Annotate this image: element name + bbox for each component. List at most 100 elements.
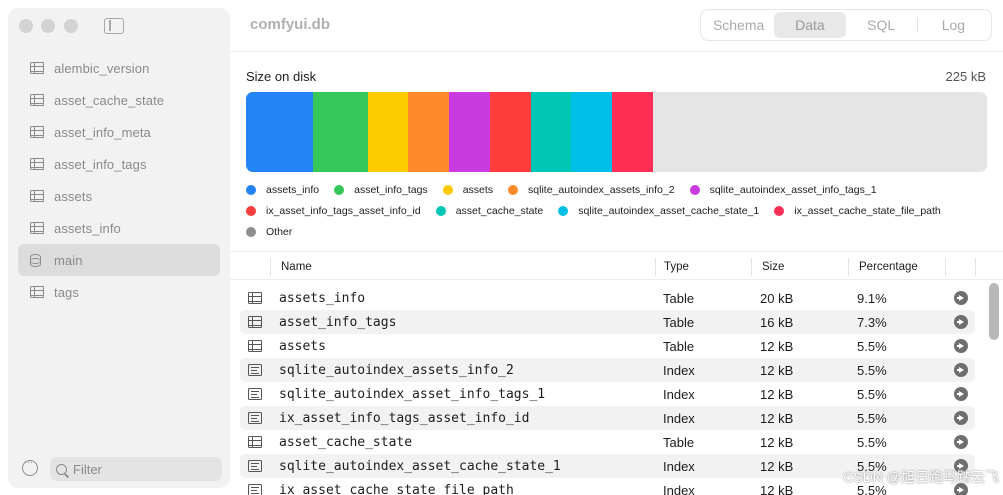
disk-segment-asset-info-tags[interactable] — [313, 92, 369, 172]
table-icon-glyph — [248, 436, 262, 448]
column-separator — [945, 258, 946, 276]
legend-label: assets_info — [266, 183, 320, 196]
sidebar-toggle-icon[interactable] — [104, 18, 124, 34]
go-to-arrow-icon[interactable] — [954, 363, 968, 377]
minimize-window-button[interactable] — [41, 19, 55, 33]
cell-size: 12 kB — [760, 386, 794, 402]
disk-segment-sqlite-autoindex-assets-info-2[interactable] — [408, 92, 450, 172]
disk-segment-ix-asset-cache-state-file-path[interactable] — [612, 92, 654, 172]
cell-type: Index — [663, 482, 695, 495]
sidebar-item-alembic-version[interactable]: alembic_version — [18, 52, 220, 84]
table-icon — [30, 286, 44, 298]
legend-swatch — [689, 184, 700, 195]
tab-schema[interactable]: Schema — [703, 12, 774, 38]
disk-size-total: 225 kB — [945, 69, 986, 84]
disk-segment-sqlite-autoindex-asset-cache-state-1[interactable] — [571, 92, 613, 172]
sidebar-item-tags[interactable]: tags — [18, 276, 220, 308]
window-title: comfyui.db — [250, 16, 331, 33]
cell-percentage: 7.3% — [857, 314, 887, 330]
table-icon-glyph — [30, 190, 44, 202]
table-icon-glyph — [30, 158, 44, 170]
cell-size: 20 kB — [760, 290, 794, 306]
cell-size: 12 kB — [760, 362, 794, 378]
filter-field[interactable]: Filter — [50, 457, 222, 481]
cell-name: ix_asset_cache_state_file_path — [279, 482, 514, 495]
sidebar-item-asset-info-tags[interactable]: asset_info_tags — [18, 148, 220, 180]
disk-segment-assets[interactable] — [367, 92, 409, 172]
sidebar-item-label: main — [54, 252, 83, 268]
index-icon — [248, 454, 262, 478]
disk-segment-asset-cache-state[interactable] — [530, 92, 572, 172]
vertical-scrollbar[interactable] — [989, 283, 999, 340]
zoom-window-button[interactable] — [64, 19, 78, 33]
disk-usage-legend: assets_info asset_info_tags assets sqlite_a… — [246, 179, 987, 242]
sidebar-item-asset-cache-state[interactable]: asset_cache_state — [18, 84, 220, 116]
sidebar-item-assets-info[interactable]: assets_info — [18, 212, 220, 244]
disk-size-label: Size on disk — [246, 69, 317, 84]
legend-label: sqlite_autoindex_assets_info_2 — [528, 183, 675, 196]
go-to-arrow-icon[interactable] — [954, 435, 968, 449]
sidebar-item-label: tags — [54, 284, 79, 300]
cell-type: Table — [663, 434, 695, 450]
go-to-arrow-icon[interactable] — [954, 411, 968, 425]
more-options-icon[interactable] — [22, 457, 38, 476]
legend-swatch — [334, 184, 345, 195]
cell-name: sqlite_autoindex_assets_info_2 — [279, 362, 514, 378]
cell-percentage: 5.5% — [857, 386, 887, 402]
cell-type: Index — [663, 410, 695, 426]
sidebar-item-main[interactable]: main — [18, 244, 220, 276]
app-window: alembic_version asset_cache_state asset_in… — [0, 0, 1003, 495]
table-row[interactable]: assets Table 12 kB 5.5% — [240, 334, 975, 358]
column-header-percentage[interactable]: Percentage — [859, 254, 918, 280]
watermark: CSDN @旭日跑马踏云飞 — [843, 469, 999, 485]
legend-swatch — [246, 205, 256, 216]
cell-size: 12 kB — [760, 482, 794, 495]
database-icon-glyph — [30, 254, 41, 267]
column-separator — [848, 258, 849, 276]
filter-placeholder: Filter — [73, 461, 102, 477]
column-separator — [751, 258, 752, 276]
tab-data[interactable]: Data — [774, 12, 846, 38]
index-icon-glyph — [248, 364, 262, 376]
cell-name: ix_asset_info_tags_asset_info_id — [279, 410, 530, 426]
close-window-button[interactable] — [19, 19, 33, 33]
table-icon — [30, 126, 44, 138]
index-icon-glyph — [248, 412, 262, 424]
go-to-arrow-icon[interactable] — [954, 339, 968, 353]
column-separator — [655, 258, 656, 276]
index-icon-glyph — [248, 484, 262, 495]
disk-segment-ix-asset-info-tags-asset-info-id[interactable] — [489, 92, 531, 172]
column-header-size[interactable]: Size — [762, 254, 784, 280]
disk-segment-sqlite-autoindex-asset-info-tags-1[interactable] — [449, 92, 491, 172]
tab-log[interactable]: Log — [918, 12, 989, 38]
column-header-name[interactable]: Name — [281, 254, 312, 280]
cell-size: 12 kB — [760, 410, 794, 426]
disk-segment-assets-info[interactable] — [246, 92, 314, 172]
sidebar-item-label: asset_info_meta — [54, 124, 151, 140]
sidebar: alembic_version asset_cache_state asset_in… — [8, 8, 230, 488]
go-to-arrow-icon[interactable] — [954, 315, 968, 329]
table-row[interactable]: ix_asset_info_tags_asset_info_id Index 12 … — [240, 406, 975, 430]
tab-sql[interactable]: SQL — [846, 12, 917, 38]
legend-item: asset_info_tags — [334, 184, 428, 196]
column-header-type[interactable]: Type — [664, 254, 689, 280]
sidebar-item-label: assets_info — [54, 220, 121, 236]
go-to-arrow-icon[interactable] — [954, 291, 968, 305]
disk-usage-bar — [246, 92, 987, 172]
table-row[interactable]: asset_info_tags Table 16 kB 7.3% — [240, 310, 975, 334]
sidebar-item-assets[interactable]: assets — [18, 180, 220, 212]
table-icon — [30, 158, 44, 170]
legend-label: ix_asset_cache_state_file_path — [794, 204, 941, 217]
legend-item: asset_cache_state — [435, 205, 543, 217]
legend-row: assets_info asset_info_tags assets sqlite_a… — [246, 179, 987, 200]
table-icon-glyph — [30, 94, 44, 106]
table-row[interactable]: sqlite_autoindex_assets_info_2 Index 12 kB… — [240, 358, 975, 382]
cell-name: sqlite_autoindex_asset_info_tags_1 — [279, 386, 546, 402]
table-row[interactable]: assets_info Table 20 kB 9.1% — [240, 286, 975, 310]
go-to-arrow-icon[interactable] — [954, 387, 968, 401]
sidebar-item-asset-info-meta[interactable]: asset_info_meta — [18, 116, 220, 148]
table-row[interactable]: sqlite_autoindex_asset_info_tags_1 Index 1… — [240, 382, 975, 406]
index-icon — [248, 382, 262, 406]
cell-percentage: 5.5% — [857, 410, 887, 426]
table-row[interactable]: asset_cache_state Table 12 kB 5.5% — [240, 430, 975, 454]
